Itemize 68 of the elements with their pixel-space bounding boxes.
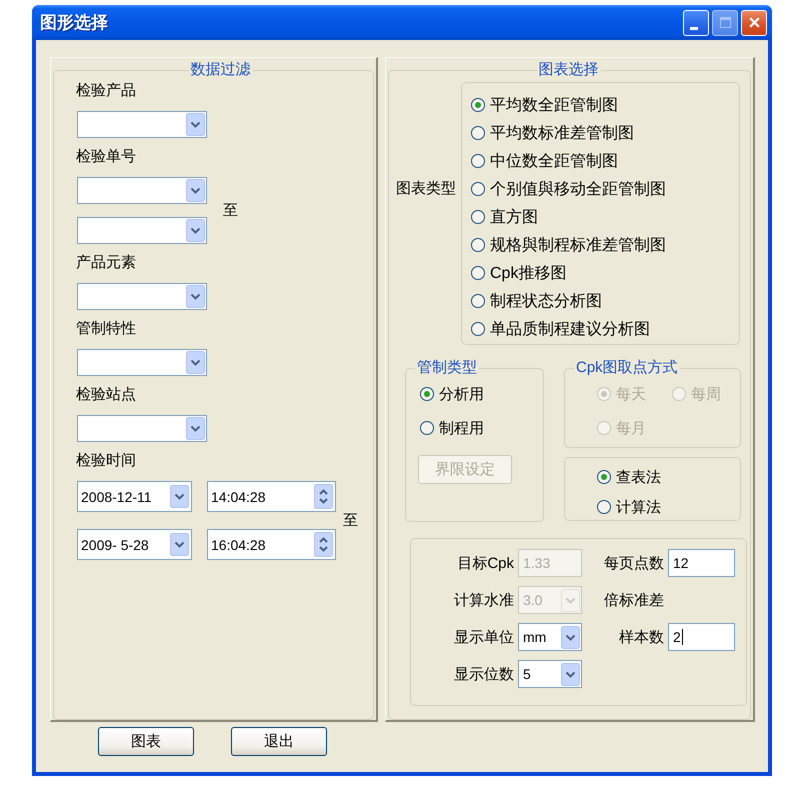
field-label: 目标Cpk: [456, 554, 514, 572]
chevron-down-icon: [186, 113, 205, 136]
radio-option[interactable]: 制程用: [420, 414, 484, 442]
field-label: 计算水准: [453, 590, 514, 610]
group-title: 数据过滤: [190, 60, 252, 80]
radio-option[interactable]: 平均数标准差管制图: [471, 119, 634, 147]
combo-box[interactable]: [77, 177, 207, 204]
chevron-down-icon: [186, 179, 205, 202]
chevron-down-icon: [186, 285, 205, 308]
field-label: 图表类型: [396, 179, 456, 199]
time-field[interactable]: 16:04:28: [207, 529, 336, 560]
text-field[interactable]: 12: [668, 549, 735, 577]
unit-label: 倍标准差: [603, 590, 664, 610]
combo-box[interactable]: 5: [518, 660, 582, 688]
close-button[interactable]: [741, 10, 767, 36]
dialog-button[interactable]: 退出: [231, 727, 327, 756]
chevron-down-icon: [561, 588, 580, 612]
window-title: 图形选择: [40, 12, 108, 34]
radio-option[interactable]: 制程状态分析图: [471, 287, 602, 315]
text-field[interactable]: 2: [668, 623, 735, 651]
radio-option[interactable]: 个别值與移动全距管制图: [471, 175, 666, 203]
time-field[interactable]: 14:04:28: [207, 481, 336, 512]
chevron-down-icon: [170, 533, 189, 556]
up-down-arrows-icon[interactable]: [314, 532, 333, 557]
group-title: 图表选择: [538, 60, 600, 80]
combo-box[interactable]: [77, 217, 207, 244]
radio-option[interactable]: 平均数全距管制图: [471, 91, 618, 119]
field-label: 检验单号: [76, 147, 136, 167]
field-label: 管制特性: [76, 319, 136, 339]
chevron-down-icon: [186, 351, 205, 374]
combo-box[interactable]: [77, 349, 207, 376]
field-label: 检验站点: [76, 385, 136, 405]
minimize-icon: [690, 26, 698, 30]
close-icon: [748, 17, 760, 28]
field-label: 显示单位: [453, 628, 514, 646]
combo-box[interactable]: [77, 415, 207, 442]
radio-option[interactable]: 计算法: [597, 494, 661, 520]
chevron-down-icon: [186, 417, 205, 440]
chevron-down-icon: [170, 485, 189, 508]
field-label: 检验时间: [76, 451, 136, 471]
radio-option[interactable]: 分析用: [420, 380, 484, 408]
field-label: 每页点数: [603, 554, 664, 572]
range-separator: 至: [223, 200, 238, 220]
field-label: 显示位数: [453, 664, 514, 684]
minimize-button[interactable]: [683, 10, 709, 36]
radio-option[interactable]: Cpk推移图: [471, 259, 566, 287]
combo-box[interactable]: [77, 283, 207, 310]
radio-option[interactable]: 直方图: [471, 203, 538, 231]
date-picker-field[interactable]: 2009- 5-28: [77, 529, 192, 560]
radio-option[interactable]: 规格與制程标准差管制图: [471, 231, 666, 259]
radio-option[interactable]: 查表法: [597, 464, 661, 490]
group-title: Cpk图取点方式: [575, 358, 679, 378]
dialog-button[interactable]: 图表: [98, 727, 194, 756]
radio-option[interactable]: 中位数全距管制图: [471, 147, 618, 175]
field-label: 样本数: [618, 628, 664, 646]
radio-option[interactable]: 单品质制程建议分析图: [471, 315, 650, 343]
up-down-arrows-icon[interactable]: [314, 484, 333, 509]
range-separator: 至: [343, 510, 358, 530]
field-label: 检验产品: [76, 81, 136, 101]
field-label: 产品元素: [76, 253, 136, 273]
chevron-down-icon: [561, 626, 580, 648]
chevron-down-icon: [561, 662, 580, 686]
combo-box[interactable]: mm: [518, 623, 582, 651]
date-picker-field[interactable]: 2008-12-11: [77, 481, 192, 512]
group-title: 管制类型: [416, 358, 478, 378]
combo-box[interactable]: [77, 111, 207, 138]
maximize-icon: [720, 17, 730, 28]
chevron-down-icon: [186, 219, 205, 242]
